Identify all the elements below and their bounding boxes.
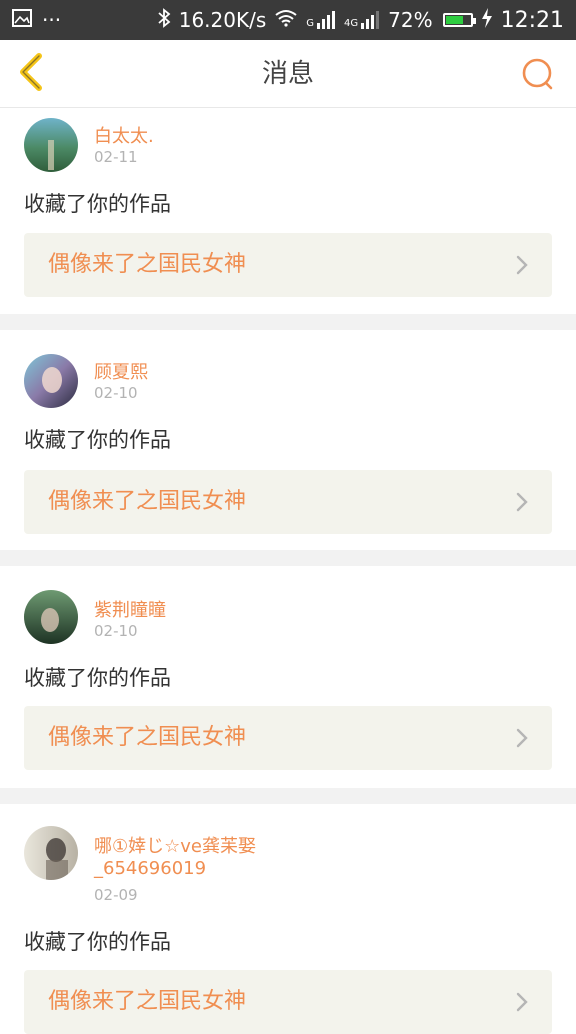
chevron-right-icon	[516, 492, 528, 512]
work-link[interactable]: 偶像来了之国民女神	[24, 706, 552, 770]
bluetooth-icon	[157, 7, 171, 33]
username[interactable]: 紫荆瞳瞳	[94, 596, 166, 622]
wifi-icon	[274, 8, 298, 32]
chevron-right-icon	[516, 992, 528, 1012]
page-title: 消息	[261, 59, 314, 89]
username[interactable]: 顾夏熙	[94, 358, 148, 384]
notification-card: 哪①婞じ☆ve龚苿娶 _654696019 02-09 收藏了你的作品 偶像来了…	[0, 804, 576, 1034]
avatar[interactable]	[24, 354, 78, 408]
work-title: 偶像来了之国民女神	[48, 252, 247, 277]
avatar[interactable]	[24, 118, 78, 172]
gallery-icon	[12, 8, 32, 32]
action-text: 收藏了你的作品	[24, 930, 171, 954]
work-title: 偶像来了之国民女神	[48, 489, 247, 514]
notification-date: 02-10	[94, 622, 138, 640]
signal-sim2-icon: 4G	[344, 11, 380, 29]
avatar[interactable]	[24, 590, 78, 644]
notification-date: 02-09	[94, 886, 138, 904]
network-speed: 16.20K/s	[178, 8, 267, 32]
action-text: 收藏了你的作品	[24, 666, 171, 690]
charging-icon	[481, 7, 493, 33]
battery-icon	[442, 13, 476, 27]
signal-sim1-icon: G	[306, 11, 336, 29]
username-continued[interactable]: _654696019	[94, 858, 206, 879]
work-link[interactable]: 偶像来了之国民女神	[24, 970, 552, 1034]
work-link[interactable]: 偶像来了之国民女神	[24, 470, 552, 534]
search-button[interactable]	[520, 56, 556, 92]
app-header: 消息	[0, 40, 576, 108]
notification-card: 紫荆瞳瞳 02-10 收藏了你的作品 偶像来了之国民女神	[0, 566, 576, 788]
action-text: 收藏了你的作品	[24, 192, 171, 216]
notification-card: 顾夏熙 02-10 收藏了你的作品 偶像来了之国民女神	[0, 330, 576, 550]
battery-percent: 72%	[388, 8, 433, 32]
avatar[interactable]	[24, 826, 78, 880]
search-icon	[520, 58, 556, 96]
username[interactable]: 白太太.	[94, 122, 154, 148]
card-separator	[0, 788, 576, 804]
card-separator	[0, 550, 576, 566]
work-link[interactable]: 偶像来了之国民女神	[24, 233, 552, 297]
more-notifications-indicator: ···	[42, 8, 62, 32]
work-title: 偶像来了之国民女神	[48, 725, 247, 750]
notification-date: 02-11	[94, 148, 138, 166]
chevron-right-icon	[516, 728, 528, 748]
notification-card: 白太太. 02-11 收藏了你的作品 偶像来了之国民女神	[0, 108, 576, 314]
username[interactable]: 哪①婞じ☆ve龚苿娶	[94, 832, 256, 858]
notification-date: 02-10	[94, 384, 138, 402]
work-title: 偶像来了之国民女神	[48, 989, 247, 1014]
clock: 12:21	[500, 7, 564, 33]
card-separator	[0, 314, 576, 330]
status-bar: ··· 16.20K/s G 4G 72% 12:21	[0, 0, 576, 40]
chevron-right-icon	[516, 255, 528, 275]
action-text: 收藏了你的作品	[24, 428, 171, 452]
